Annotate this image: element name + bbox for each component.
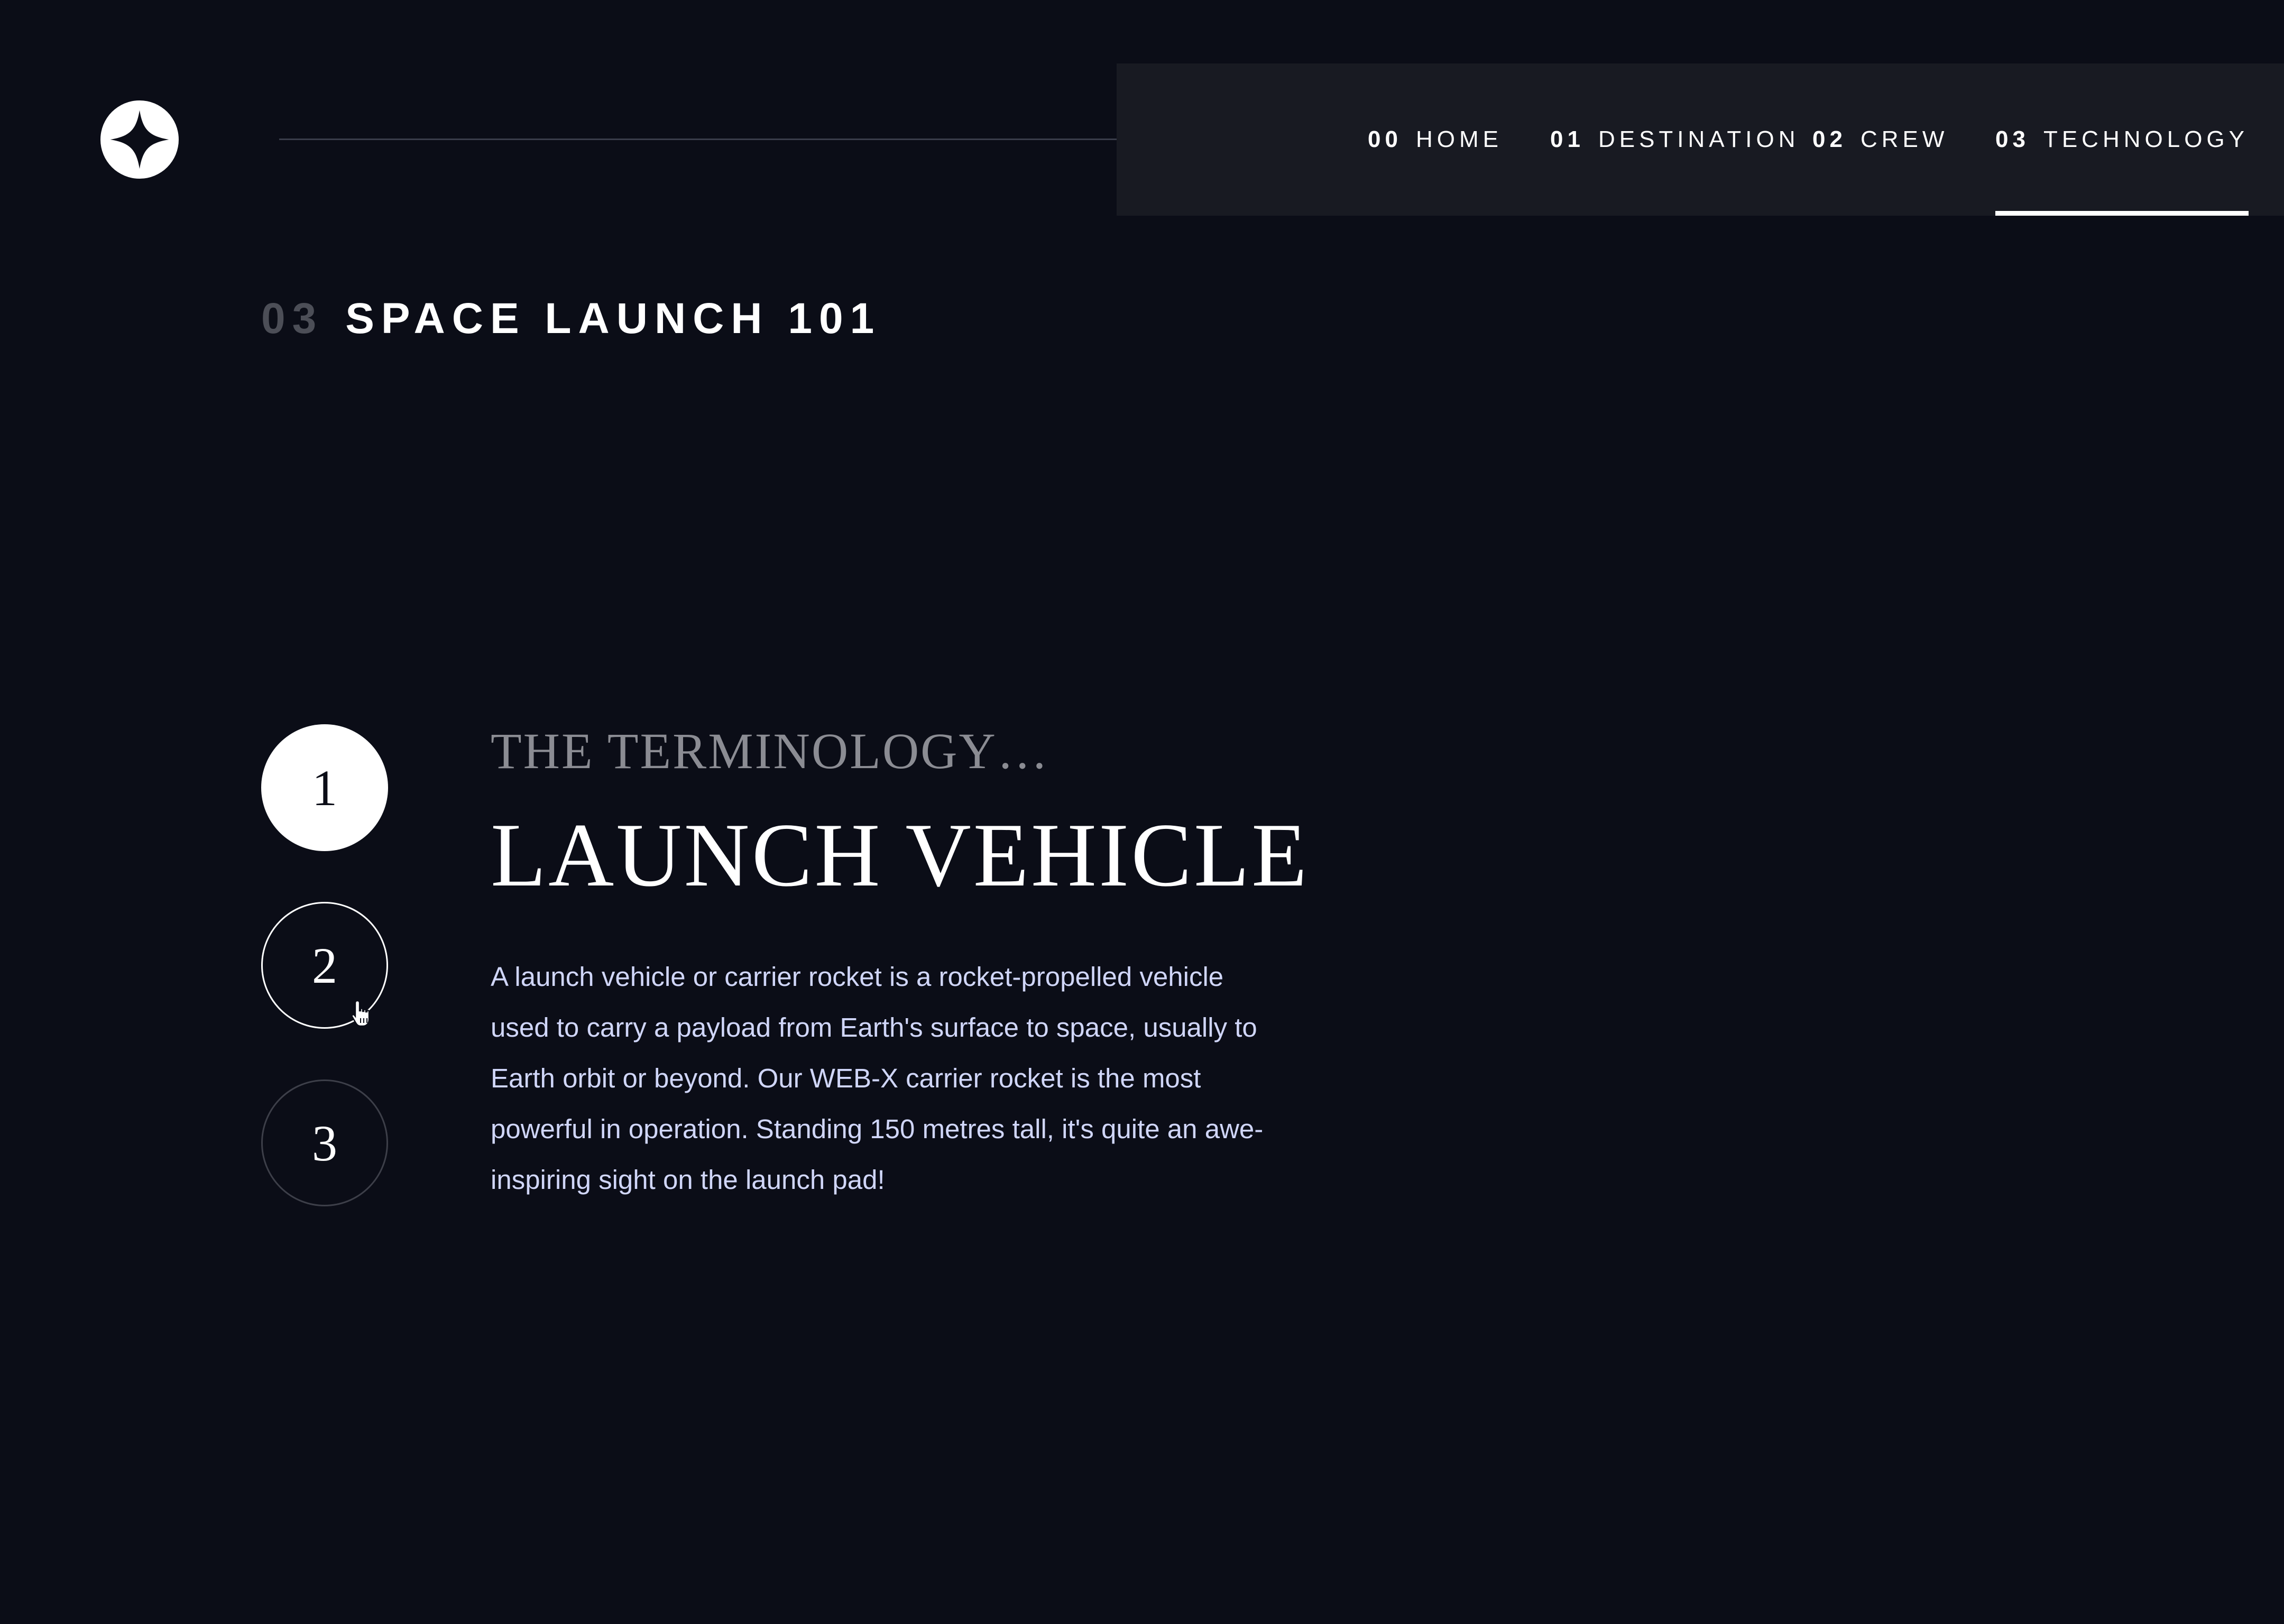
page-title: 03 SPACE LAUNCH 101 [261, 294, 881, 344]
hand-pointer-cursor-icon [351, 1000, 370, 1027]
tech-description: A launch vehicle or carrier rocket is a … [491, 962, 1264, 1195]
header-divider [279, 139, 1167, 140]
nav-item-label: CREW [1860, 126, 1949, 152]
terminology-subtitle: THE TERMINOLOGY… [491, 723, 1049, 779]
star-logo-icon[interactable] [100, 100, 179, 179]
nav-item-label: HOME [1415, 126, 1503, 152]
nav-item-label: DESTINATION [1598, 126, 1800, 152]
nav-item-home[interactable]: 00 HOME [1368, 63, 1503, 216]
nav-item-number: 01 [1550, 126, 1585, 152]
nav-item-technology[interactable]: 03 TECHNOLOGY [1995, 63, 2249, 216]
nav-item-crew[interactable]: 02 CREW [1812, 63, 1948, 216]
nav-item-number: 03 [1995, 126, 2030, 152]
nav-item-number: 00 [1368, 126, 1402, 152]
step-button-1[interactable]: 1 [261, 724, 388, 851]
step-button-3[interactable]: 3 [261, 1079, 388, 1206]
main-nav: 00 HOME 01 DESTINATION 02 CREW 03 TECHNO… [1117, 63, 2284, 216]
nav-item-label: TECHNOLOGY [2043, 126, 2249, 152]
nav-item-number: 02 [1812, 126, 1847, 152]
page-title-number: 03 [261, 294, 324, 343]
tech-heading: LAUNCH VEHICLE [491, 805, 1310, 906]
page-title-text: SPACE LAUNCH 101 [345, 294, 881, 343]
nav-item-destination[interactable]: 01 DESTINATION [1550, 63, 1799, 216]
